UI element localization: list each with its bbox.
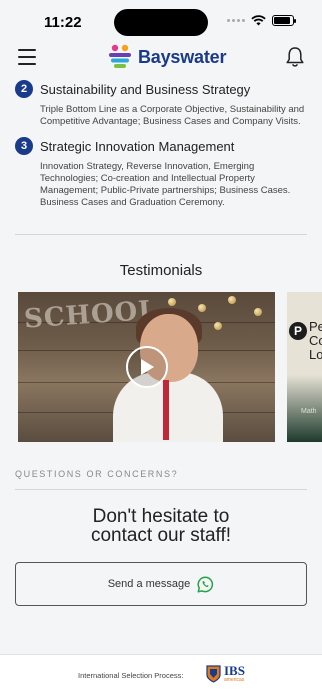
contact-title: Don't hesitate to contact our staff!: [0, 507, 322, 545]
ibs-text: IBS: [224, 663, 245, 678]
play-button[interactable]: [126, 346, 168, 388]
status-bar: 11:22: [0, 0, 322, 44]
whatsapp-icon: [197, 575, 214, 593]
pearson-logo: P: [289, 322, 307, 340]
module-title: Strategic Innovation Management: [40, 138, 235, 154]
footer: International Selection Process: IBS ame…: [0, 654, 322, 696]
wifi-icon: [251, 15, 266, 26]
status-icons: [227, 15, 296, 26]
testimonial-video-next[interactable]: P PeCoLo Math: [287, 292, 322, 442]
speaker-lanyard: [163, 380, 169, 440]
battery-level: [274, 17, 291, 24]
module-item: 3 Strategic Innovation Management Innova…: [15, 137, 307, 209]
menu-button[interactable]: [18, 49, 36, 65]
ornament: [254, 308, 262, 316]
ibs-subtext: americas: [224, 677, 245, 683]
contact-title-line: contact our staff!: [90, 525, 232, 546]
ibs-logo[interactable]: IBS americas: [206, 663, 245, 683]
bayswater-logo-icon: [109, 44, 131, 68]
play-icon: [141, 359, 154, 375]
ornament: [168, 298, 176, 306]
questions-label: QUESTIONS OR CONCERNS?: [15, 469, 179, 479]
module-description: Triple Bottom Line as a Corporate Object…: [40, 104, 305, 127]
bell-icon[interactable]: [286, 46, 304, 68]
course-modules: 2 Sustainability and Business Strategy T…: [15, 80, 307, 218]
app-header: Bayswater: [0, 42, 322, 74]
module-description: Innovation Strategy, Reverse Innovation,…: [40, 161, 291, 208]
brand-name: Bayswater: [138, 46, 227, 67]
ornament: [228, 296, 236, 304]
status-time: 11:22: [44, 14, 82, 31]
contact-title-line: Don't hesitate to: [92, 506, 230, 527]
signal-icon: [227, 19, 245, 22]
send-message-button[interactable]: Send a message: [15, 562, 307, 606]
menu-icon-line: [18, 49, 36, 51]
footer-label: International Selection Process:: [78, 671, 184, 680]
module-header: 2 Sustainability and Business Strategy: [15, 80, 307, 98]
module-title: Sustainability and Business Strategy: [40, 81, 251, 97]
card-caption-partial: Math: [301, 408, 317, 415]
card-title-partial: PeCoLo: [309, 319, 322, 362]
module-number-badge: 2: [15, 80, 33, 98]
menu-icon-line: [18, 63, 36, 65]
testimonial-video[interactable]: SCHOOL: [18, 292, 275, 442]
send-message-label: Send a message: [107, 578, 191, 590]
shield-icon: [206, 665, 221, 683]
battery-icon: [272, 15, 296, 26]
dynamic-island: [114, 9, 208, 36]
section-divider: [15, 489, 307, 490]
bayswater-logo[interactable]: Bayswater: [108, 44, 226, 70]
testimonials-title: Testimonials: [119, 262, 203, 279]
menu-icon-line: [18, 56, 36, 58]
module-header: 3 Strategic Innovation Management: [15, 137, 307, 155]
ornament: [198, 304, 206, 312]
ornament: [214, 322, 222, 330]
module-item: 2 Sustainability and Business Strategy T…: [15, 80, 307, 128]
module-number-badge: 3: [15, 137, 33, 155]
section-divider: [15, 234, 307, 235]
